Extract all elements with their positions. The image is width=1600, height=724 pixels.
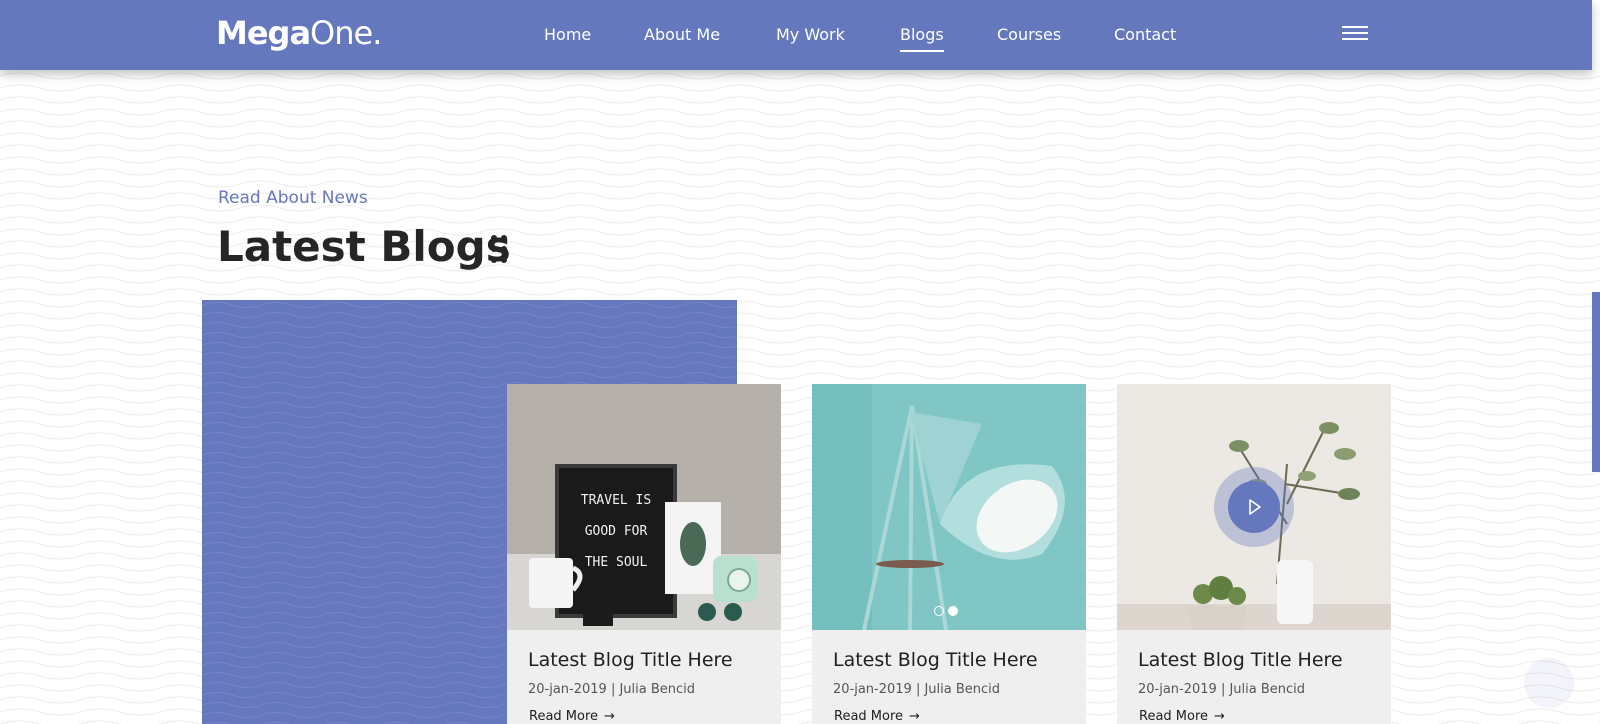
read-more-label: Read More [1139,709,1209,724]
dots-grid-icon [491,235,507,263]
blog-title[interactable]: Latest Blog Title Here [833,649,1038,671]
read-more-link[interactable]: Read More → [834,709,920,724]
blog-title[interactable]: Latest Blog Title Here [1138,649,1343,671]
blog-title[interactable]: Latest Blog Title Here [528,649,733,671]
back-to-top-button[interactable] [1524,658,1574,708]
nav-blogs[interactable]: Blogs [900,25,944,52]
slider-dot-1[interactable] [934,606,944,616]
side-scroll-indicator[interactable] [1592,292,1600,472]
blog-meta: 20-jan-2019 | Julia Bencid [1138,682,1306,697]
nav-about-me[interactable]: About Me [644,25,720,44]
hamburger-icon[interactable] [1342,26,1368,42]
blog-meta: 20-jan-2019 | Julia Bencid [528,682,696,697]
heading-light: Latest [217,222,366,271]
blog-meta: 20-jan-2019 | Julia Bencid [833,682,1001,697]
nav-contact[interactable]: Contact [1114,25,1176,44]
teal-lamp-photo[interactable] [812,384,1086,630]
section-heading: Latest Blogs [217,222,511,271]
letter-board-travel-photo[interactable]: TRAVEL IS GOOD FOR THE SOUL [507,384,781,630]
nav-courses[interactable]: Courses [997,25,1061,44]
plant-vase-photo[interactable] [1117,384,1391,630]
play-video-button[interactable] [1213,466,1295,548]
blog-card-1[interactable]: TRAVEL IS GOOD FOR THE SOUL Latest Blog … [507,384,781,724]
blog-card-3[interactable]: Latest Blog Title Here 20-jan-2019 | Jul… [1117,384,1391,724]
arrow-right-icon: → [1214,709,1225,724]
read-more-link[interactable]: Read More → [529,709,615,724]
arrow-right-icon: → [909,709,920,724]
board-line-3: THE SOUL [585,555,648,570]
nav-home[interactable]: Home [544,25,591,44]
read-more-label: Read More [834,709,904,724]
slider-dot-2[interactable] [948,606,958,616]
arrow-right-icon: → [604,709,615,724]
board-line-2: GOOD FOR [585,524,648,539]
nav-my-work[interactable]: My Work [776,25,845,44]
read-more-label: Read More [529,709,599,724]
logo-light-text: One. [310,14,382,52]
blog-card-2[interactable]: Latest Blog Title Here 20-jan-2019 | Jul… [812,384,1086,724]
board-line-1: TRAVEL IS [581,493,651,508]
section-subtitle: Read About News [218,188,368,208]
top-navbar: MegaOne. Home About Me My Work Blogs Cou… [0,0,1592,70]
read-more-link[interactable]: Read More → [1139,709,1225,724]
logo-bold-text: Mega [216,14,311,52]
site-logo[interactable]: MegaOne. [216,14,382,52]
image-slider-dots [932,606,962,618]
